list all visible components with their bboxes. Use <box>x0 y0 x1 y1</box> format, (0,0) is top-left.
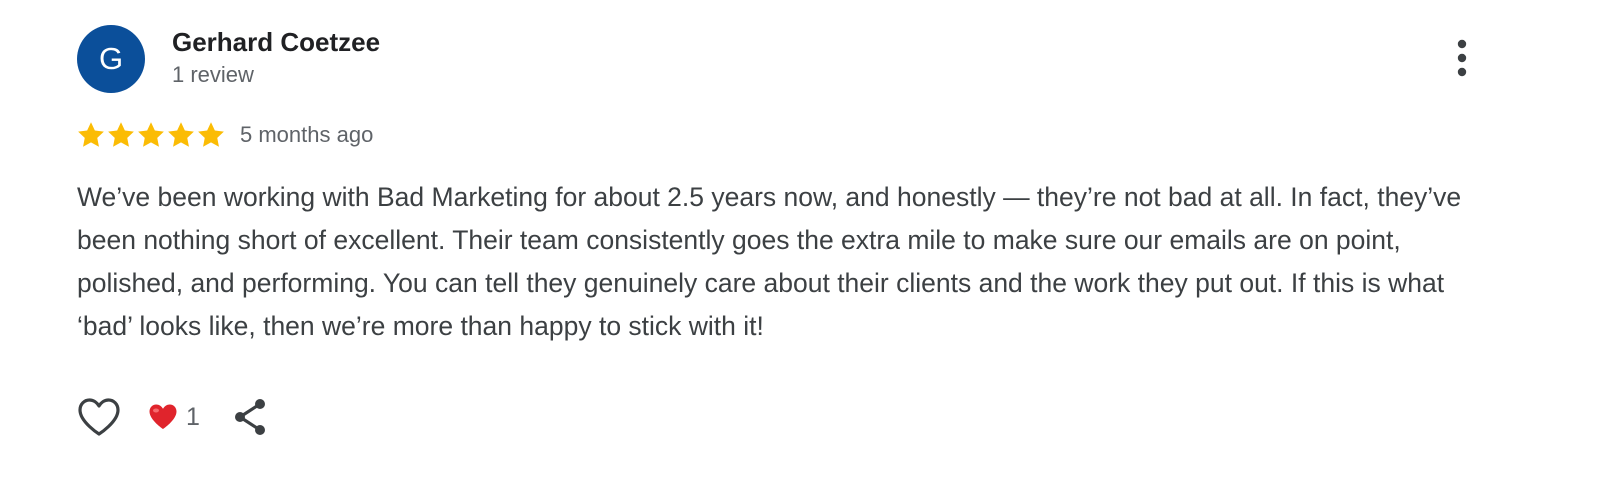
review-date: 5 months ago <box>240 122 374 147</box>
review-actions: 1 <box>76 392 270 442</box>
reaction-count: 1 <box>186 403 200 431</box>
star-icon <box>138 122 164 147</box>
like-button[interactable] <box>76 394 122 440</box>
review-card: G Gerhard Coetzee 1 review 5 months ago … <box>0 0 1602 494</box>
star-rating <box>76 120 226 150</box>
rating-row: 5 months ago <box>76 118 373 152</box>
reaction-summary[interactable]: 1 <box>148 402 200 432</box>
avatar[interactable]: G <box>77 25 145 93</box>
heart-outline-icon <box>78 398 120 436</box>
star-icon <box>78 122 104 147</box>
share-icon <box>234 399 265 435</box>
share-button[interactable] <box>230 394 270 440</box>
star-icon <box>198 122 224 147</box>
reviewer-name[interactable]: Gerhard Coetzee <box>172 27 380 57</box>
star-icon <box>168 122 194 147</box>
red-heart-emoji-icon <box>149 404 177 429</box>
more-vert-icon <box>1457 39 1467 77</box>
star-icon <box>108 122 134 147</box>
reviewer-review-count[interactable]: 1 review <box>172 62 254 88</box>
review-text: We’ve been working with Bad Marketing fo… <box>77 182 1462 341</box>
more-options-button[interactable] <box>1446 36 1478 80</box>
